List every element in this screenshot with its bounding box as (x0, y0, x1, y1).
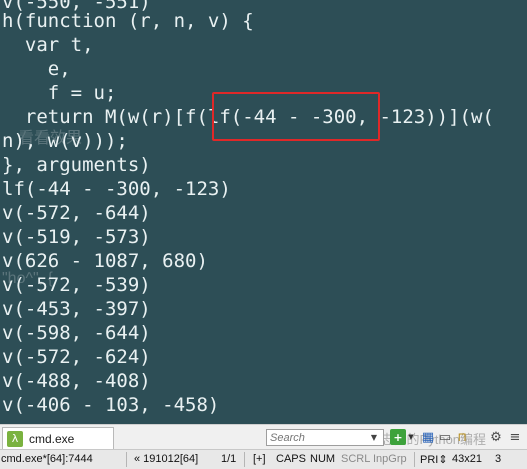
status-position: « 191012[64] (134, 453, 199, 465)
split-icon: ▦ (421, 429, 435, 445)
console-line: v(-406 - 103, -458) (2, 394, 220, 416)
status-scrl[interactable]: SCRL (341, 453, 370, 465)
console-line: }, arguments) (2, 154, 151, 176)
tab-bar: λ cmd.exe 公众号 · 志良的Python编程 ▼ + ▼ ▦ ▭ ⊓ … (0, 424, 527, 449)
console-line: v(-572, -624) (2, 346, 151, 368)
console-line: v(-598, -644) (2, 322, 151, 344)
status-title: cmd.exe*[64]:7444 (1, 453, 93, 465)
status-divider (414, 452, 415, 467)
console-line: n), w(v))); (2, 130, 128, 152)
menu-icon: ≡ (509, 429, 521, 445)
console-line: v(-453, -397) (2, 298, 151, 320)
status-num[interactable]: NUM (310, 453, 335, 465)
tab-label: cmd.exe (29, 431, 75, 446)
lock-icon: ⊓ (457, 430, 467, 444)
chevron-down-icon[interactable]: ▼ (406, 429, 416, 445)
status-bar: cmd.exe*[64]:7444 « 191012[64] 1/1 [+] C… (0, 449, 527, 469)
gear-icon: ⚙ (490, 429, 502, 445)
lambda-icon: λ (7, 430, 23, 447)
console-line: v(-572, -539) (2, 274, 151, 296)
tab-cmd-exe[interactable]: λ cmd.exe (2, 427, 114, 449)
search-input[interactable] (267, 430, 367, 445)
split-view-button[interactable]: ▦ (420, 429, 436, 445)
window-icon: ▭ (438, 429, 452, 445)
status-flags: [+] (253, 453, 266, 465)
console-line: v(-572, -644) (2, 202, 151, 224)
new-console-button[interactable]: + (390, 429, 406, 445)
search-box[interactable]: ▼ (266, 429, 384, 446)
status-pages: 1/1 (221, 453, 237, 465)
console-line: v(-488, -408) (2, 370, 151, 392)
plus-icon: + (393, 430, 403, 444)
status-count: 3 (495, 453, 502, 465)
highlight-annotation-box (212, 92, 380, 141)
console-line: h(function (r, n, v) { (2, 10, 254, 32)
console-line: lf(-44 - -300, -123) (2, 178, 231, 200)
settings-button[interactable]: ⚙ (488, 429, 504, 445)
view-button[interactable]: ▭ (437, 429, 453, 445)
chevron-down-icon[interactable]: ▼ (367, 433, 381, 442)
console-line: e, (2, 58, 71, 80)
console-line: var t, (2, 34, 94, 56)
status-priority[interactable]: PRI⇕ (420, 453, 448, 466)
status-size[interactable]: 43x21 (452, 453, 482, 465)
status-divider (126, 452, 127, 467)
console-output[interactable]: v(-550, -551) h(function (r, n, v) { var… (0, 0, 527, 424)
menu-button[interactable]: ≡ (507, 429, 523, 445)
status-caps[interactable]: CAPS (276, 453, 306, 465)
status-divider (244, 452, 245, 467)
console-line: v(-519, -573) (2, 226, 151, 248)
console-line: f = u; (2, 82, 117, 104)
lock-button[interactable]: ⊓ (454, 429, 470, 445)
status-inpgrp[interactable]: InpGrp (373, 453, 407, 465)
